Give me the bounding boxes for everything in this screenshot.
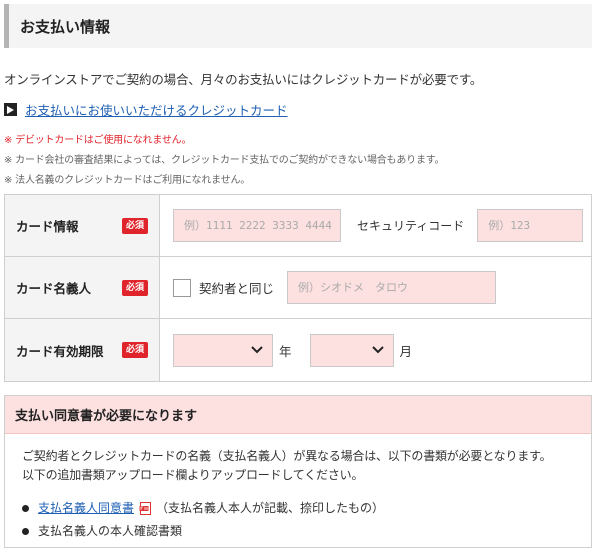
required-badge: 必須: [121, 342, 148, 358]
card-holder-row: カード名義人 必須 契約者と同じ: [5, 257, 592, 319]
card-holder-label-cell: カード名義人 必須: [5, 257, 160, 318]
card-holder-value-cell: 契約者と同じ: [160, 257, 592, 318]
security-code-input[interactable]: [477, 209, 584, 242]
consent-body: ご契約者とクレジットカードの名義（支払名義人）が異なる場合は、以下の書類が必要と…: [5, 434, 591, 543]
expiry-value-cell: 年 月: [160, 319, 592, 381]
card-info-label-cell: カード情報 必須: [5, 195, 160, 256]
card-holder-label: カード名義人: [16, 281, 92, 296]
notes-list: ※ デビットカードはご使用になれません。 ※ カード会社の審査結果によっては、ク…: [4, 131, 445, 191]
intro-text: オンラインストアでご契約の場合、月々のお支払いにはクレジットカードが必要です。: [4, 72, 483, 87]
card-info-value-cell: セキュリティコード: [160, 195, 592, 256]
consent-doc-list: 支払名義人同意書 （支払名義人本人が記載、捺印したもの） 支払名義人の本人確認書…: [22, 497, 591, 543]
section-title: お支払い情報: [20, 17, 111, 36]
security-code-label: セキュリティコード: [357, 219, 465, 233]
expiry-label-cell: カード有効期限 必須: [5, 319, 160, 381]
chevron-down-icon: [251, 345, 263, 353]
consent-line-1: ご契約者とクレジットカードの名義（支払名義人）が異なる場合は、以下の書類が必要と…: [22, 449, 552, 463]
bullet-icon: [22, 528, 29, 535]
note-screening: ※ カード会社の審査結果によっては、クレジットカード支払でのご契約ができない場合…: [4, 155, 445, 166]
section-header: お支払い情報: [4, 4, 592, 48]
card-info-label: カード情報: [16, 219, 79, 234]
card-link-row: お支払いにお使いいただけるクレジットカード: [4, 100, 288, 119]
accepted-cards-link[interactable]: お支払いにお使いいただけるクレジットカード: [25, 100, 288, 119]
arrow-right-icon: [4, 103, 17, 116]
card-holder-name-input[interactable]: [287, 271, 497, 304]
same-as-contractor-checkbox[interactable]: [173, 278, 191, 297]
note-corporate: ※ 法人名義のクレジットカードはご利用になれません。: [4, 175, 251, 186]
month-unit: 月: [399, 343, 413, 359]
consent-line-2: 以下の追加書類アップロード欄よりアップロードしてください。: [22, 468, 364, 482]
year-unit: 年: [279, 343, 292, 359]
id-document-text: 支払名義人の本人確認書類: [38, 524, 183, 538]
chevron-down-icon: [371, 345, 384, 353]
required-badge: 必須: [121, 279, 148, 296]
list-item: 支払名義人の本人確認書類: [22, 520, 591, 543]
list-item: 支払名義人同意書 （支払名義人本人が記載、捺印したもの）: [22, 497, 591, 520]
payment-form-table: カード情報 必須 セキュリティコード カード名義人 必須 契約者と同じ カード有…: [4, 194, 592, 382]
required-badge: 必須: [121, 217, 148, 234]
consent-notice: 支払い同意書が必要になります ご契約者とクレジットカードの名義（支払名義人）が異…: [4, 395, 592, 548]
expiry-row: カード有効期限 必須 年 月: [5, 319, 592, 382]
consent-header: 支払い同意書が必要になります: [5, 396, 591, 434]
expiry-year-select[interactable]: [173, 333, 273, 367]
pdf-icon: [139, 502, 152, 515]
note-debit: ※ デビットカードはご使用になれません。: [4, 135, 192, 146]
expiry-month-select[interactable]: [309, 333, 394, 367]
bullet-icon: [22, 505, 29, 512]
expiry-label: カード有効期限: [16, 343, 104, 359]
card-number-input[interactable]: [173, 209, 341, 242]
consent-form-link[interactable]: 支払名義人同意書: [38, 497, 134, 520]
consent-form-note: （支払名義人本人が記載、捺印したもの）: [156, 501, 385, 515]
same-as-contractor-label: 契約者と同じ: [199, 281, 275, 296]
card-info-row: カード情報 必須 セキュリティコード: [5, 195, 592, 257]
consent-title: 支払い同意書が必要になります: [15, 409, 198, 424]
